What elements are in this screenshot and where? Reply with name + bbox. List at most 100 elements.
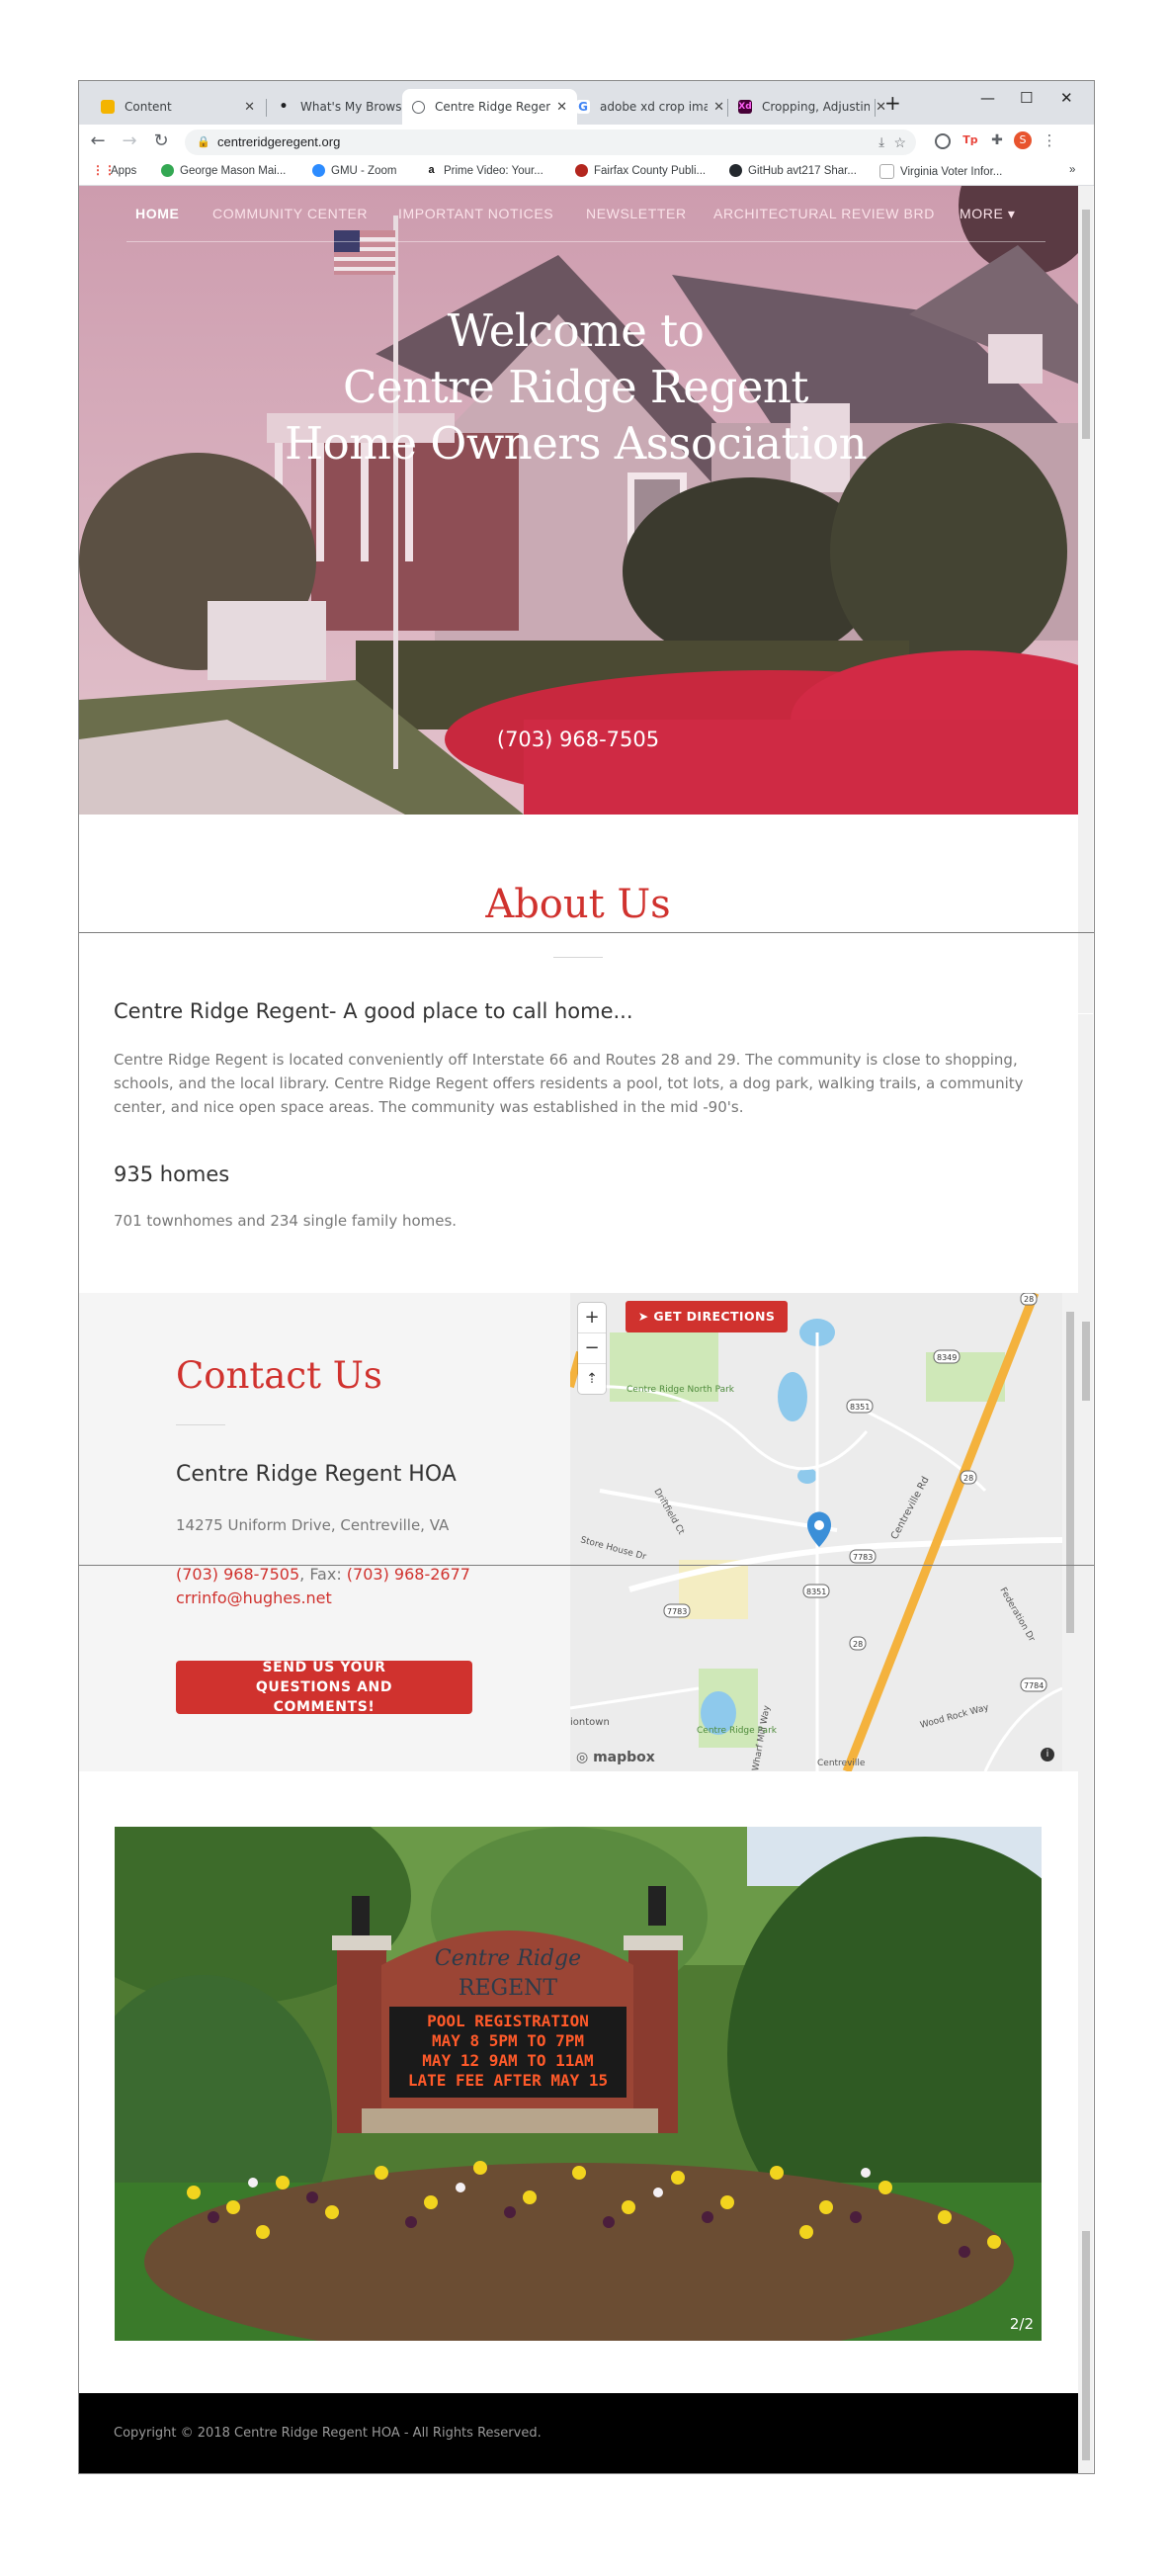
send-questions-button[interactable]: SEND US YOUR QUESTIONS AND COMMENTS! <box>176 1660 472 1715</box>
nav-important-notices[interactable]: IMPORTANT NOTICES <box>398 206 553 221</box>
get-directions-button[interactable]: ➤ GET DIRECTIONS <box>626 1301 788 1332</box>
map-label: Centreville <box>817 1759 866 1768</box>
contact-address: 14275 Uniform Drive, Centreville, VA <box>176 1516 450 1534</box>
new-tab-button[interactable]: + <box>884 91 901 115</box>
url-text: centreridgeregent.org <box>217 134 341 149</box>
route-shield: 7783 <box>667 1607 687 1616</box>
bookmark-label: Apps <box>111 164 137 177</box>
route-shield: 28 <box>963 1474 973 1483</box>
route-shield: 28 <box>853 1640 863 1649</box>
map-scrollbar-thumb[interactable] <box>1066 1312 1074 1633</box>
close-tab-icon[interactable]: ✕ <box>244 100 255 115</box>
bookmark-fairfax[interactable]: Fairfax County Publi... <box>575 164 706 177</box>
contact-divider <box>176 1424 225 1425</box>
minimize-button[interactable]: — <box>980 89 995 107</box>
capture-seam <box>79 932 1094 933</box>
bookmark-star-icon[interactable]: ☆ <box>893 129 906 155</box>
bookmark-apps[interactable]: ⋮⋮ Apps <box>92 164 136 177</box>
hero-title: Welcome to Centre Ridge Regent Home Owne… <box>277 302 875 472</box>
tab-title: Centre Ridge Regent <box>435 100 551 114</box>
close-tab-icon[interactable]: ✕ <box>713 100 724 115</box>
bookmark-prime-video[interactable]: a Prime Video: Your... <box>425 164 543 177</box>
sign-photo: Centre Ridge REGENT POOL REGISTRATION MA… <box>115 1827 1042 2341</box>
zoom-out-button[interactable]: − <box>578 1333 606 1364</box>
document-icon <box>879 164 894 179</box>
address-bar[interactable]: 🔒 centreridgeregent.org ⤓ ☆ <box>185 129 916 155</box>
hero-title-line: Centre Ridge Regent <box>343 361 808 413</box>
zoom-in-button[interactable]: + <box>578 1303 606 1333</box>
route-shield: 8351 <box>806 1588 826 1596</box>
github-icon <box>729 164 742 177</box>
chevron-down-icon: ▾ <box>1007 206 1016 221</box>
nav-community-center[interactable]: COMMUNITY CENTER <box>212 206 368 221</box>
hero-section: HOME COMMUNITY CENTER IMPORTANT NOTICES … <box>79 186 1078 815</box>
nav-newsletter[interactable]: NEWSLETTER <box>586 206 687 221</box>
google-icon: G <box>576 100 590 114</box>
site-navbar: HOME COMMUNITY CENTER IMPORTANT NOTICES … <box>79 186 1078 241</box>
about-subheading: Centre Ridge Regent- A good place to cal… <box>114 999 633 1023</box>
fax-label: , Fax: <box>299 1565 347 1584</box>
tab-adobe-xd-crop[interactable]: G adobe xd crop image ✕ <box>566 89 734 125</box>
tab-content[interactable]: Content ✕ <box>91 89 265 125</box>
scrollbar-thumb[interactable] <box>1082 1322 1090 1401</box>
hero-title-line: Home Owners Association <box>284 417 868 470</box>
map-zoom-controls: + − ⇡ <box>578 1303 606 1394</box>
lock-icon: 🔒 <box>197 136 210 148</box>
hero-phone[interactable]: (703) 968-7505 <box>455 728 702 751</box>
navigation-arrow-icon: ➤ <box>637 1309 649 1324</box>
scrollbar-thumb[interactable] <box>1082 2231 1090 2460</box>
tab-centre-ridge-regent[interactable]: Centre Ridge Regent ✕ <box>402 89 577 125</box>
bookmark-george-mason[interactable]: George Mason Mai... <box>161 164 286 177</box>
mapbox-logo[interactable]: ◎ mapbox <box>576 1750 655 1765</box>
map-info-icon[interactable]: i <box>1041 1748 1054 1761</box>
compass-icon[interactable]: ⇡ <box>578 1364 606 1394</box>
sign-led-line: LATE FEE AFTER MAY 15 <box>408 2071 608 2090</box>
hero-title-line: Welcome to <box>447 304 705 357</box>
browser-window: Content ✕ • What's My Browser ✕ Centre R… <box>78 80 1095 2474</box>
email-link[interactable]: crrinfo@hughes.net <box>176 1589 332 1607</box>
forward-arrow-icon[interactable]: → <box>119 130 140 151</box>
nav-more[interactable]: MORE ▾ <box>960 206 1016 222</box>
fairfax-icon <box>575 164 588 177</box>
location-map[interactable]: Centre Ridge North Park Driftfield Ct St… <box>570 1293 1062 1771</box>
phone-link[interactable]: (703) 968-7505 <box>176 1565 299 1584</box>
fax-link[interactable]: (703) 968-2677 <box>347 1565 470 1584</box>
slide-counter: 2/2 <box>1009 2315 1034 2333</box>
puzzle-icon[interactable]: ✚ <box>988 131 1006 149</box>
bookmark-github[interactable]: GitHub avt217 Shar... <box>729 164 857 177</box>
contact-phones: (703) 968-7505, Fax: (703) 968-2677 <box>176 1565 470 1584</box>
bookmark-gmu-zoom[interactable]: GMU - Zoom <box>312 164 396 177</box>
capture-seam <box>79 1565 1094 1566</box>
browser-toolbar: ← → ↻ 🔒 centreridgeregent.org ⤓ ☆ Tp ✚ S… <box>79 125 1094 158</box>
tab-cropping-adjusting[interactable]: Xd Cropping, Adjusting ✕ <box>728 89 896 125</box>
mapbox-label: mapbox <box>593 1750 655 1765</box>
bookmark-label: Virginia Voter Infor... <box>900 165 1003 178</box>
bookmark-label: GMU - Zoom <box>331 164 397 177</box>
tp-extension-icon[interactable]: Tp <box>961 131 979 149</box>
tab-strip: Content ✕ • What's My Browser ✕ Centre R… <box>79 81 1094 125</box>
back-arrow-icon[interactable]: ← <box>87 130 109 151</box>
route-shield: 7784 <box>1024 1681 1044 1690</box>
maximize-button[interactable]: ☐ <box>1020 89 1033 107</box>
map-tiles: Centre Ridge North Park Driftfield Ct St… <box>570 1293 1062 1771</box>
nav-divider <box>126 241 1045 242</box>
amazon-icon: a <box>425 164 438 177</box>
map-label: Centre Ridge North Park <box>627 1385 735 1395</box>
close-window-button[interactable]: ✕ <box>1060 89 1073 107</box>
bookmark-virginia-voter[interactable]: Virginia Voter Infor... <box>879 164 1002 179</box>
bookmark-label: Prime Video: Your... <box>444 164 543 177</box>
install-icon[interactable]: ⤓ <box>878 129 884 155</box>
menu-dots-icon[interactable]: ⋮ <box>1041 131 1058 149</box>
nav-architectural-review[interactable]: ARCHITECTURAL REVIEW BRD <box>713 206 935 221</box>
extension-circle-icon[interactable] <box>935 133 951 149</box>
scrollbar-thumb[interactable] <box>1082 210 1090 439</box>
sign-led-line: MAY 12 9AM TO 11AM <box>422 2051 593 2070</box>
sign-led-line: POOL REGISTRATION <box>427 2012 589 2030</box>
reload-icon[interactable]: ↻ <box>150 130 172 151</box>
profile-avatar[interactable]: S <box>1014 131 1032 149</box>
bookmark-label: George Mason Mai... <box>180 164 287 177</box>
sign-name: Centre Ridge <box>435 1946 581 1971</box>
dot-favicon-icon: • <box>279 99 289 115</box>
nav-home[interactable]: HOME <box>135 206 179 221</box>
bookmarks-overflow-button[interactable]: » <box>1069 164 1075 176</box>
